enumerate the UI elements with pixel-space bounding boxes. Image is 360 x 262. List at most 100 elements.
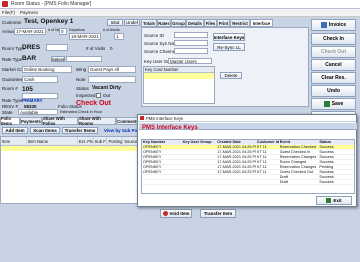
guarantee-select[interactable]: Cash: [22, 76, 58, 83]
customer-name: Test, Openkey 1: [24, 18, 74, 25]
key-card-row[interactable]: [144, 73, 214, 79]
rate-label: Rate Type: [2, 57, 23, 62]
source-id-field[interactable]: [174, 32, 208, 38]
scan-items-button[interactable]: Scan Items: [30, 127, 60, 134]
dialog-exit-button[interactable]: Exit: [316, 196, 352, 205]
cell-event: Draft: [279, 180, 288, 184]
cell-group: [182, 170, 217, 174]
key-user-group-select[interactable]: Master Users: [168, 58, 212, 64]
nights-field[interactable]: 0: [59, 28, 67, 35]
cell-status: Success: [319, 145, 334, 149]
folio-row-selected[interactable]: [1, 146, 139, 151]
tab-restrict[interactable]: Restrict: [230, 19, 250, 27]
void-item-label: Void Item: [169, 211, 190, 216]
tab-files[interactable]: Files: [204, 19, 217, 27]
arrival-field[interactable]: 17-MAR-2021: [14, 28, 46, 35]
title-bar: Room Status - [PMS Folio Manager]: [0, 0, 360, 9]
state-select[interactable]: Available: [18, 109, 58, 115]
cell-date: 17-MAR-2021 04:25 PM: [217, 170, 256, 174]
app-icon: [2, 1, 8, 7]
inspected-checkbox[interactable]: [96, 93, 101, 98]
col-created-date: Created Date: [217, 140, 241, 144]
transfer-items-button[interactable]: Transfer Items: [62, 127, 98, 134]
status-label: Status: [76, 86, 89, 91]
col-posting-date: Posting Date: [108, 137, 124, 145]
window-title: Room Status - [PMS Folio Manager]: [11, 1, 92, 7]
menu-file[interactable]: File(F): [2, 10, 15, 15]
folio-status-value: Check Out: [76, 100, 112, 107]
tab-share-rooms[interactable]: Share With Rooms: [78, 116, 116, 126]
cell-customer: [256, 175, 279, 179]
undo-button[interactable]: Undo: [311, 85, 356, 97]
cell-customer: KT 11: [256, 145, 267, 149]
select-button[interactable]: Select: [51, 56, 65, 62]
save-label: Save: [331, 101, 344, 107]
check-in-button[interactable]: Check In: [311, 33, 356, 45]
tab-totals[interactable]: Totals: [141, 19, 157, 27]
cell-key: OPENKEY: [143, 165, 162, 169]
key-card-grid: Key Card Number: [143, 66, 215, 104]
folio-grid: Item Item Name Ext. Price Sub Folio Post…: [0, 136, 140, 204]
market-select[interactable]: Online Booking: [22, 66, 72, 73]
cell-status: Pending: [319, 165, 334, 169]
void-item-button[interactable]: Void Item: [160, 209, 192, 218]
table-row[interactable]: Draft Success: [142, 180, 354, 185]
invoice-label: Invoice: [328, 22, 347, 28]
adults-label: # of Adults: [103, 28, 120, 32]
cell-status: Success: [319, 175, 334, 179]
customer-label: Customer: [2, 20, 22, 25]
cancel-button[interactable]: Cancel: [311, 59, 356, 71]
source-sys-field[interactable]: [174, 40, 208, 46]
inbd-button[interactable]: Inbd: [107, 19, 123, 26]
wing-select[interactable]: Guest Pays All: [88, 66, 136, 73]
cell-customer: KT 11: [256, 160, 267, 164]
cell-customer: KT 11: [256, 170, 267, 174]
rate-type-value: PRIMARY: [22, 98, 43, 103]
cell-event: Draft: [279, 175, 288, 179]
interface-keys-button[interactable]: Interface Keys: [213, 33, 245, 41]
re-sync-button[interactable]: Re-Sync LL: [213, 43, 245, 51]
cell-date: [216, 180, 256, 184]
visits-label: # of Visits: [86, 46, 106, 51]
tab-folio-items[interactable]: Folio Items: [0, 116, 20, 126]
undef-button[interactable]: Undef: [124, 19, 140, 26]
departure-label: Departure: [69, 28, 85, 32]
rate-type-label: Rate Type: [2, 98, 23, 103]
invoice-button[interactable]: Invoice: [311, 19, 356, 31]
tab-rates[interactable]: Rates: [157, 19, 171, 27]
rate-value: BAR: [22, 55, 37, 62]
adults-field[interactable]: 1: [114, 33, 124, 40]
col-item-name: Item Name: [27, 137, 78, 145]
rate-select[interactable]: [66, 56, 102, 62]
cell-customer: KT 11: [256, 155, 267, 159]
cell-event: Guest Checked Out: [279, 170, 314, 174]
save-button[interactable]: Save: [311, 98, 356, 110]
col-key-user-group: Key User Group: [182, 140, 212, 144]
tab-details[interactable]: Details: [186, 19, 204, 27]
note-field[interactable]: [88, 76, 136, 83]
visits-value: 0: [110, 46, 113, 51]
cell-key: [142, 175, 182, 179]
tab-group[interactable]: Group: [171, 19, 186, 27]
check-out-button[interactable]: Check Out: [311, 46, 356, 58]
transfer-item-button[interactable]: Transfer Item: [200, 209, 236, 218]
tab-share-folios[interactable]: Share With Folios: [42, 116, 78, 126]
invoice-icon: [320, 22, 327, 28]
tab-payments[interactable]: Payments: [20, 117, 42, 125]
cell-group: [182, 155, 217, 159]
tab-print[interactable]: Print: [217, 19, 230, 27]
menu-bar: File(F) Payment: [0, 9, 360, 17]
tab-interface[interactable]: Interface: [250, 19, 273, 27]
source-channel-field[interactable]: [174, 48, 208, 54]
top-tabs: Totals Rates Group Details Files Print R…: [141, 19, 309, 27]
delete-button[interactable]: Delete: [220, 72, 242, 79]
source-id-label: Source ID: [144, 33, 165, 38]
cell-group: [182, 145, 217, 149]
menu-payment[interactable]: Payment: [20, 10, 38, 15]
room-type-select[interactable]: [46, 44, 68, 51]
add-item-button[interactable]: Add Item: [2, 127, 28, 134]
save-icon: [323, 101, 330, 107]
clear-res-button[interactable]: Clear Res.: [311, 72, 356, 84]
cell-group: [182, 175, 217, 179]
departure-field[interactable]: 18-MAR-2021: [69, 33, 101, 40]
